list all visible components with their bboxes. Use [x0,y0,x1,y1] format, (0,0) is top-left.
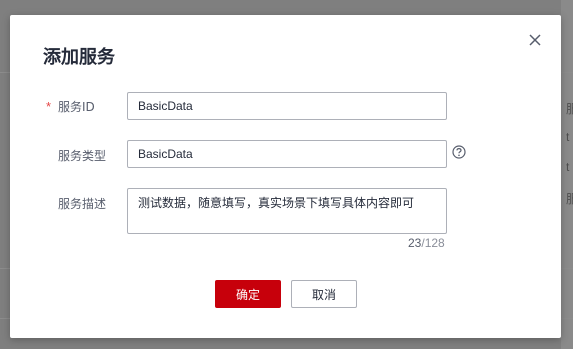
cancel-button[interactable]: 取消 [291,280,357,308]
service-id-input[interactable] [127,92,447,120]
dialog-title: 添加服务 [43,47,115,68]
background-page [561,0,573,349]
background-text: t [566,130,570,144]
service-id-label: 服务ID [58,100,95,114]
confirm-button[interactable]: 确定 [215,280,281,308]
char-count: 23 [408,236,422,250]
required-marker: * [46,99,52,114]
service-desc-textarea[interactable]: 测试数据，随意填写，真实场景下填写具体内容即可 [127,188,447,234]
service-desc-label: 服务描述 [58,197,107,211]
service-type-label: 服务类型 [58,149,107,163]
question-circle-icon[interactable] [452,145,466,159]
background-text: 服 [566,102,573,116]
close-icon[interactable] [526,31,544,49]
background-text: 服 [566,192,573,206]
char-max: /128 [421,236,445,250]
char-counter: 23/128 [408,236,445,250]
add-service-dialog: 添加服务 * 服务ID 服务类型 服务描述 测试数据，随意填写，真实场景下填写具… [10,15,561,338]
service-type-input[interactable] [127,140,447,168]
background-text: t [566,160,570,174]
